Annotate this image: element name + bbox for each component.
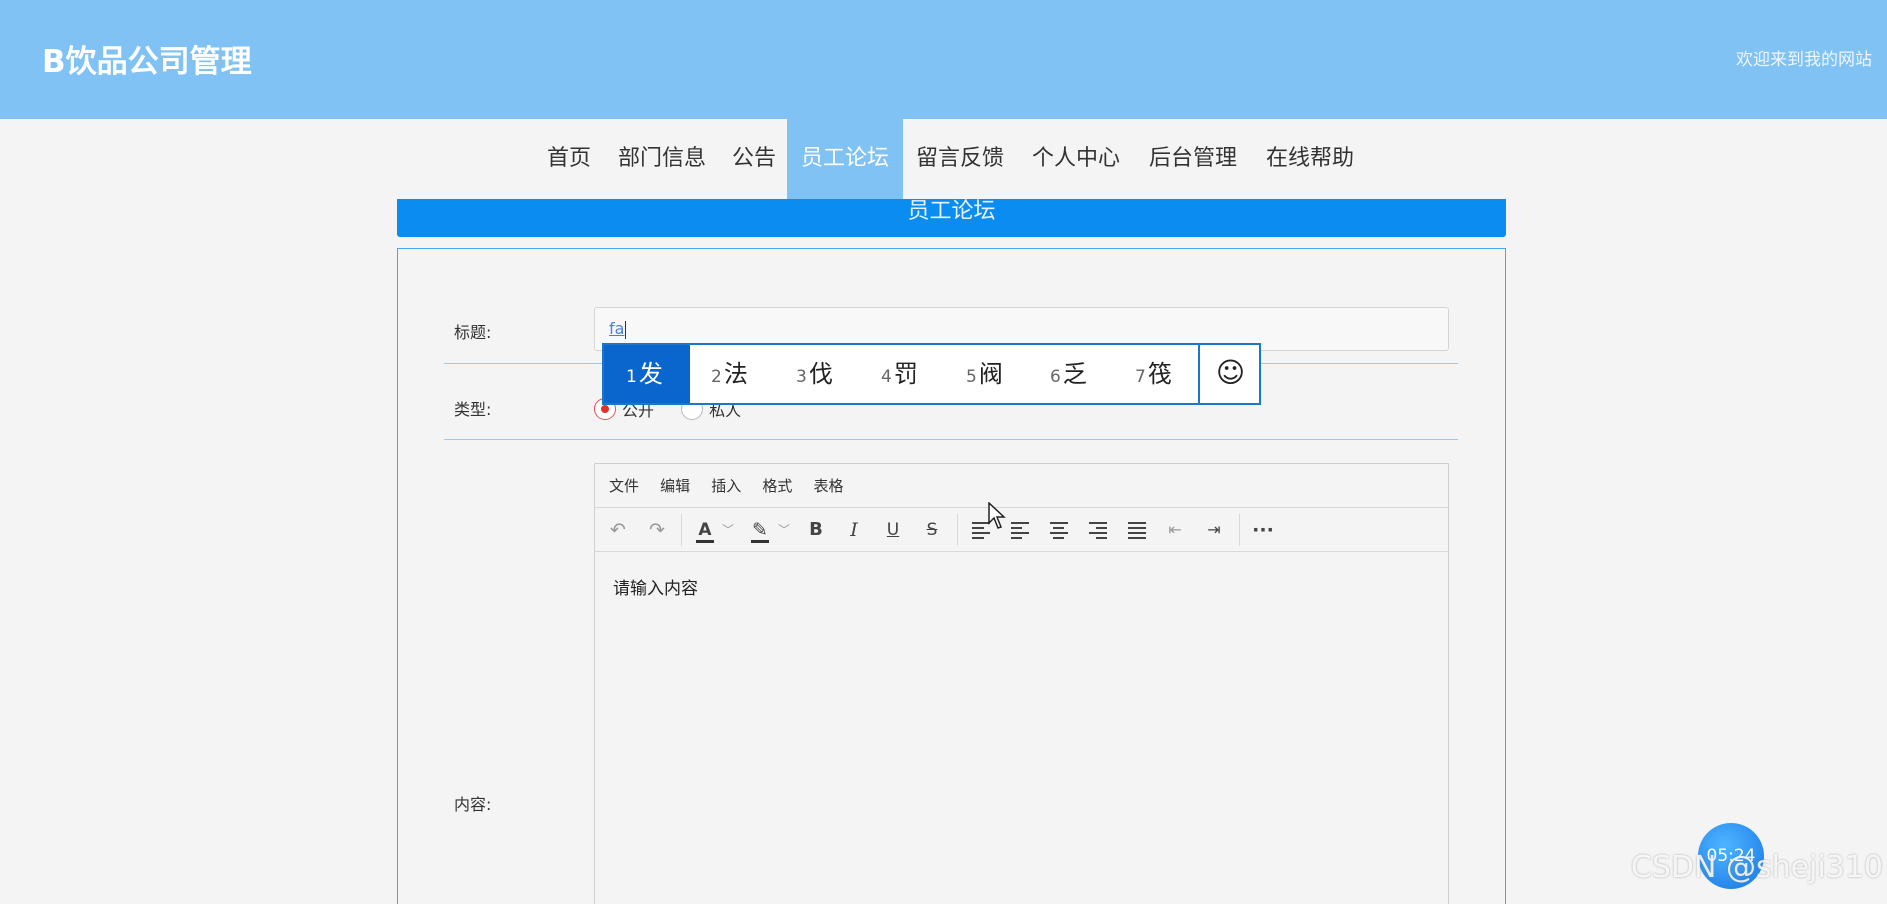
editor-content-placeholder[interactable]: 请输入内容 — [613, 574, 698, 599]
ime-candidate-text: 罚 — [893, 360, 918, 388]
ime-candidate[interactable]: 2法 — [711, 345, 748, 403]
nav-item-notice[interactable]: 公告 — [724, 119, 784, 199]
title-label: 标题: — [454, 323, 492, 342]
ime-candidate[interactable]: 1发 — [604, 345, 690, 403]
nav-item-admin[interactable]: 后台管理 — [1143, 119, 1243, 199]
welcome-text: 欢迎来到我的网站 — [1736, 50, 1872, 70]
align-left-icon[interactable] — [1004, 508, 1034, 552]
nav-item-department[interactable]: 部门信息 — [612, 119, 712, 199]
title-input-value: fa — [609, 319, 625, 338]
ime-candidate-window: 1发 2法 3伐 4罚 5阀 6乏 7筏 ☺ — [602, 343, 1261, 405]
ime-candidate-num: 4 — [881, 367, 892, 387]
ime-candidate-num: 7 — [1135, 367, 1146, 387]
undo-icon[interactable]: ↶ — [603, 508, 633, 552]
align-center-icon[interactable] — [1043, 508, 1073, 552]
nav-item-home[interactable]: 首页 — [538, 119, 600, 199]
more-icon[interactable]: ··· — [1248, 508, 1278, 552]
toolbar-separator — [1239, 514, 1240, 546]
menu-edit[interactable]: 编辑 — [660, 464, 690, 508]
ime-candidate-num: 5 — [966, 367, 977, 387]
outdent-icon[interactable]: ⇤ — [1160, 508, 1190, 552]
underline-icon[interactable]: U — [878, 508, 908, 552]
main-nav: 首页 部门信息 公告 员工论坛 留言反馈 个人中心 后台管理 在线帮助 — [0, 119, 1887, 199]
ime-candidate[interactable]: 6乏 — [1050, 345, 1087, 403]
content-label: 内容: — [454, 795, 492, 814]
ime-candidate-text: 乏 — [1062, 360, 1087, 388]
toolbar-separator — [681, 514, 682, 546]
site-header: B饮品公司管理 欢迎来到我的网站 — [0, 0, 1887, 119]
bold-icon[interactable]: B — [801, 508, 831, 552]
italic-icon[interactable]: I — [839, 508, 869, 552]
menu-insert[interactable]: 插入 — [711, 464, 741, 508]
font-color-glyph: A — [698, 520, 712, 540]
chevron-down-icon[interactable]: ﹀ — [713, 508, 743, 552]
ime-candidate-text: 伐 — [808, 360, 833, 388]
toolbar-separator — [957, 514, 958, 546]
type-label: 类型: — [454, 400, 492, 419]
editor-toolbar: ↶ ↷ A ﹀ ✎ ﹀ B I U S ⇤ ⇥ ··· — [595, 508, 1448, 552]
ime-candidate-text: 发 — [638, 360, 663, 388]
emoji-icon[interactable]: ☺ — [1200, 345, 1261, 403]
nav-item-feedback[interactable]: 留言反馈 — [910, 119, 1010, 199]
ime-candidate[interactable]: 4罚 — [881, 345, 918, 403]
section-title-bar: 员工论坛 — [397, 199, 1506, 237]
strikethrough-icon[interactable]: S — [917, 508, 947, 552]
watermark: CSDN @sheji310 — [1630, 850, 1883, 885]
indent-icon[interactable]: ⇥ — [1199, 508, 1229, 552]
brand-title[interactable]: B饮品公司管理 — [42, 36, 252, 81]
ime-candidate-text: 筏 — [1147, 360, 1172, 388]
ime-candidate-text: 阀 — [978, 360, 1003, 388]
redo-icon[interactable]: ↷ — [642, 508, 672, 552]
editor-menubar: 文件 编辑 插入 格式 表格 — [595, 464, 1448, 508]
rich-text-editor: 文件 编辑 插入 格式 表格 ↶ ↷ A ﹀ ✎ ﹀ B I U S ⇤ ⇥ ·… — [594, 463, 1449, 904]
text-caret — [625, 320, 627, 339]
divider — [444, 439, 1458, 440]
font-color-bar — [696, 540, 714, 543]
align-justify-icon[interactable] — [1121, 508, 1151, 552]
ime-candidate-num: 2 — [711, 367, 722, 387]
nav-item-forum[interactable]: 员工论坛 — [787, 119, 903, 199]
nav-item-help[interactable]: 在线帮助 — [1260, 119, 1360, 199]
highlight-bar — [751, 540, 769, 543]
ime-candidate-text: 法 — [723, 360, 748, 388]
ime-candidate[interactable]: 3伐 — [796, 345, 833, 403]
ime-candidate-num: 1 — [626, 367, 637, 387]
chevron-down-icon[interactable]: ﹀ — [769, 508, 799, 552]
ime-candidate-num: 3 — [796, 367, 807, 387]
menu-format[interactable]: 格式 — [762, 464, 792, 508]
ime-candidate-num: 6 — [1050, 367, 1061, 387]
menu-table[interactable]: 表格 — [813, 464, 843, 508]
menu-file[interactable]: 文件 — [609, 464, 639, 508]
nav-item-profile[interactable]: 个人中心 — [1026, 119, 1126, 199]
ime-candidate[interactable]: 5阀 — [966, 345, 1003, 403]
align-right-icon[interactable] — [1082, 508, 1112, 552]
ime-candidate[interactable]: 7筏 — [1135, 345, 1172, 403]
